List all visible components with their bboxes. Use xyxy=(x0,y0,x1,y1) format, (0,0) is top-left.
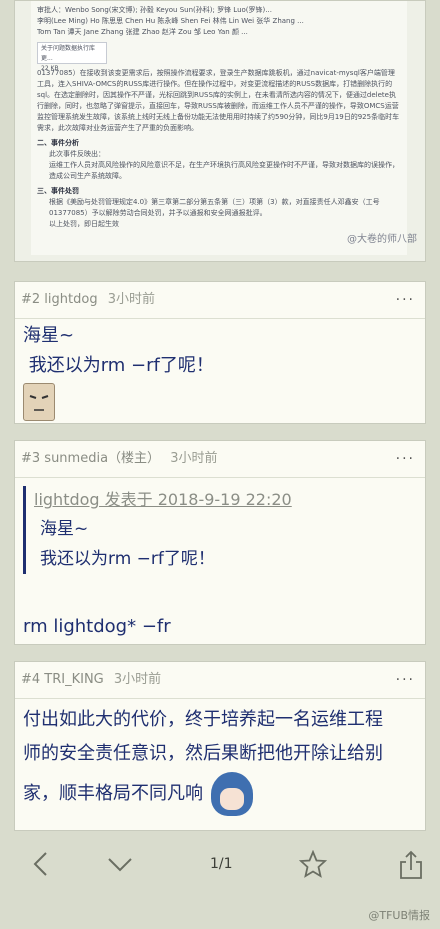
share-icon[interactable] xyxy=(398,850,424,887)
embedded-screenshot-card: 审批人：Wenbo Song(宋文博); 孙毅 Keyou Sun(孙科); 罗… xyxy=(14,0,426,262)
doc-paragraph: 01377085）在接收到该变更需求后，按照操作流程要求，登录生产数据库跳板机，… xyxy=(37,69,400,132)
back-icon[interactable] xyxy=(30,850,50,885)
page-indicator: 1/1 xyxy=(210,856,233,872)
bottom-toolbar: 1/1 @TFUB情报 xyxy=(0,836,440,929)
more-menu-button[interactable]: ··· xyxy=(396,662,415,698)
quote-line: 我还以为rm −rf了呢！ xyxy=(40,549,215,569)
doc-paragraph: 此次事件反映出： xyxy=(49,150,105,158)
document-image: 审批人：Wenbo Song(宋文博); 孙毅 Keyou Sun(孙科); 罗… xyxy=(31,1,407,255)
star-icon[interactable] xyxy=(298,849,328,885)
doc-paragraph: 根据《美励与处罚管理规定4.0》第三章第二部分第五条第（三）项第（3）款，对直接… xyxy=(49,198,380,217)
quote-line: 海星~ xyxy=(40,519,89,539)
post-line: 师的安全责任意识，然后果断把他开除让给别 xyxy=(23,743,383,764)
file-name: 关于问题数据执行库更... xyxy=(41,45,96,62)
forum-post: #4 TRI_KING 3小时前 ··· 付出如此大的代价，终于培养起一名运维工… xyxy=(14,661,426,831)
post-body: 付出如此大的代价，终于培养起一名运维工程 师的安全责任意识，然后果断把他开除让给… xyxy=(15,703,425,817)
footer-watermark: @TFUB情报 xyxy=(368,909,430,922)
post-time: 3小时前 xyxy=(107,292,155,307)
post-body: 海星~ 我还以为rm −rf了呢！ xyxy=(15,321,425,381)
post-line: 付出如此大的代价，终于培养起一名运维工程 xyxy=(23,709,383,730)
doc-heading: 三、事件处罚 xyxy=(37,187,79,195)
doc-line: 审批人：Wenbo Song(宋文博); 孙毅 Keyou Sun(孙科); 罗… xyxy=(37,6,272,14)
post-line: 家，顺丰格局不同凡响 xyxy=(23,783,203,804)
post-author[interactable]: #4 TRI_KING xyxy=(21,672,104,687)
doc-heading: 二、事件分析 xyxy=(37,139,79,147)
doc-paragraph: 运维工作人员对高风险操作的风险意识不足，在生产环境执行高风险变更操作时不严谨，导… xyxy=(49,161,399,180)
chevron-down-icon[interactable] xyxy=(106,850,134,885)
post-author[interactable]: #2 lightdog xyxy=(21,292,98,307)
post-line: 海星~ xyxy=(23,325,75,346)
post-header: #4 TRI_KING 3小时前 ··· xyxy=(15,662,425,699)
forum-post: #2 lightdog 3小时前 ··· 海星~ 我还以为rm −rf了呢！ xyxy=(14,281,426,424)
post-line-with-emoji: 家，顺丰格局不同凡响 xyxy=(23,771,417,817)
quoted-post: lightdog 发表于 2018-9-19 22:20 海星~ 我还以为rm … xyxy=(23,486,417,574)
attachment-file: 关于问题数据执行库更... 22 KB xyxy=(37,42,107,72)
doc-line: Tom Tan 谭天 Jane Zhang 张建 Zhao 赵洋 Zou 邹 L… xyxy=(37,28,248,36)
doc-line: 李明(Lee Ming) Ho 陈思思 Chen Hu 陈永峰 Shen Fei… xyxy=(37,17,304,25)
image-watermark: @大卷的师八部 xyxy=(347,234,417,245)
post-header: #3 sunmedia（楼主） 3小时前 ··· xyxy=(15,441,425,478)
forum-post: #3 sunmedia（楼主） 3小时前 ··· lightdog 发表于 20… xyxy=(14,440,426,645)
face-emoji-icon xyxy=(23,383,55,421)
quote-header[interactable]: lightdog 发表于 2018-9-19 22:20 xyxy=(34,486,417,514)
more-menu-button[interactable]: ··· xyxy=(396,441,415,477)
post-reply: rm lightdog* −fr xyxy=(23,616,171,637)
post-header: #2 lightdog 3小时前 ··· xyxy=(15,282,425,319)
post-line: 我还以为rm −rf了呢！ xyxy=(23,355,214,376)
doc-paragraph: 以上处罚，即日起生效 xyxy=(49,220,119,228)
post-time: 3小时前 xyxy=(170,451,218,466)
post-time: 3小时前 xyxy=(113,672,162,687)
girl-sticker-icon xyxy=(210,772,253,816)
post-author[interactable]: #3 sunmedia（楼主） xyxy=(21,451,160,466)
more-menu-button[interactable]: ··· xyxy=(396,282,415,318)
